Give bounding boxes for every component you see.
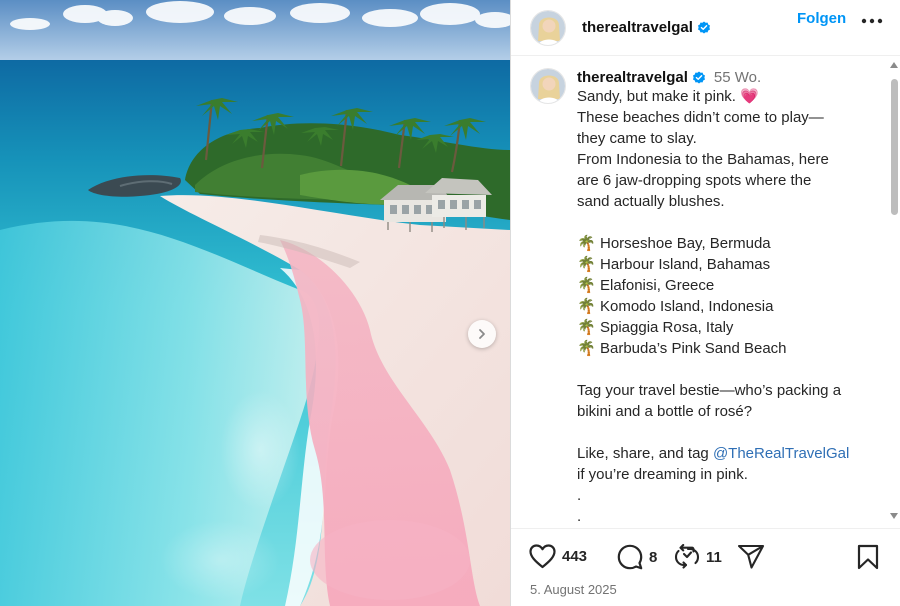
- list-item: 🌴 Spiaggia Rosa, Italy: [577, 319, 734, 336]
- post-panel: therealtravelgal Folgen therealtravelgal…: [510, 0, 900, 606]
- scroll-up-arrow-icon[interactable]: [890, 62, 898, 68]
- next-image-button[interactable]: [468, 320, 496, 348]
- follow-button[interactable]: Folgen: [797, 10, 846, 27]
- caption-avatar[interactable]: [530, 68, 566, 104]
- avatar-image: [531, 10, 565, 45]
- caption-line: From Indonesia to the Bahamas, here: [577, 151, 829, 168]
- post-author-username[interactable]: therealtravelgal: [582, 19, 693, 36]
- list-item: 🌴 Elafonisi, Greece: [577, 277, 715, 294]
- bookmark-icon: [857, 544, 879, 570]
- verified-badge-icon: [697, 21, 710, 33]
- palm-tree-icon: 🌴: [577, 256, 596, 273]
- beach-photo: [0, 0, 510, 606]
- scroll-down-arrow-icon[interactable]: [890, 513, 898, 519]
- repost-count: 11: [706, 548, 722, 566]
- palm-tree-icon: 🌴: [577, 235, 596, 252]
- instagram-post-view: therealtravelgal Folgen therealtravelgal…: [0, 0, 900, 606]
- caption-line: Tag your travel bestie—who’s packing a: [577, 382, 842, 399]
- mention-link[interactable]: @TheRealTravelGal: [713, 445, 849, 462]
- list-item: 🌴 Komodo Island, Indonesia: [577, 298, 774, 315]
- caption-username[interactable]: therealtravelgal: [577, 69, 688, 86]
- scrollbar-thumb[interactable]: [891, 79, 898, 215]
- list-item: 🌴 Horseshoe Bay, Bermuda: [577, 235, 771, 252]
- list-item: 🌴 Barbuda’s Pink Sand Beach: [577, 340, 787, 357]
- like-count: 443: [562, 548, 588, 565]
- save-button[interactable]: [857, 544, 879, 570]
- caption-line: .: [577, 487, 582, 504]
- palm-tree-icon: 🌴: [577, 277, 596, 294]
- caption-line: .: [577, 508, 582, 525]
- action-bar: 443 8 11 5. August 2025: [511, 528, 900, 606]
- comment-icon: [617, 544, 643, 570]
- send-icon: [737, 544, 765, 569]
- caption-line: Like, share, and tag @TheRealTravelGal: [577, 445, 850, 462]
- caption-line: Sandy, but make it pink. 💗: [577, 88, 759, 105]
- repost-icon: [674, 544, 700, 569]
- share-button[interactable]: [737, 544, 765, 570]
- caption-text: Sandy, but make it pink. 💗 These beaches…: [577, 86, 877, 527]
- palm-tree-icon: 🌴: [577, 298, 596, 315]
- comment-button[interactable]: 8: [617, 544, 657, 570]
- caption-line: These beaches didn’t come to play—: [577, 109, 824, 126]
- avatar-image: [531, 69, 565, 103]
- caption-scroll-area[interactable]: therealtravelgal 55 Wo. Sandy, but make …: [511, 57, 887, 527]
- heart-icon: [529, 544, 556, 569]
- caption-line: are 6 jaw-dropping spots where the: [577, 172, 812, 189]
- caption-body: therealtravelgal 55 Wo. Sandy, but make …: [577, 69, 877, 527]
- verified-badge-icon: [692, 71, 705, 83]
- post-date[interactable]: 5. August 2025: [530, 582, 617, 597]
- avatar[interactable]: [530, 9, 566, 46]
- caption-line: sand actually blushes.: [577, 193, 725, 210]
- palm-tree-icon: 🌴: [577, 319, 596, 336]
- post-image[interactable]: [0, 0, 510, 606]
- chevron-right-icon: [479, 329, 485, 339]
- post-header: therealtravelgal Folgen: [511, 0, 900, 56]
- like-button[interactable]: 443: [529, 544, 587, 569]
- list-item: 🌴 Harbour Island, Bahamas: [577, 256, 771, 273]
- caption-line: they came to slay.: [577, 130, 697, 147]
- palm-tree-icon: 🌴: [577, 340, 596, 357]
- more-options-icon[interactable]: [861, 18, 883, 24]
- caption-header: therealtravelgal 55 Wo.: [577, 69, 877, 86]
- caption-scrollbar[interactable]: [887, 57, 900, 527]
- repost-button[interactable]: 11: [674, 544, 722, 570]
- caption-line: if you’re dreaming in pink.: [577, 466, 748, 483]
- caption-line: bikini and a bottle of rosé?: [577, 403, 753, 420]
- post-age[interactable]: 55 Wo.: [714, 69, 761, 86]
- comment-count: 8: [649, 548, 658, 566]
